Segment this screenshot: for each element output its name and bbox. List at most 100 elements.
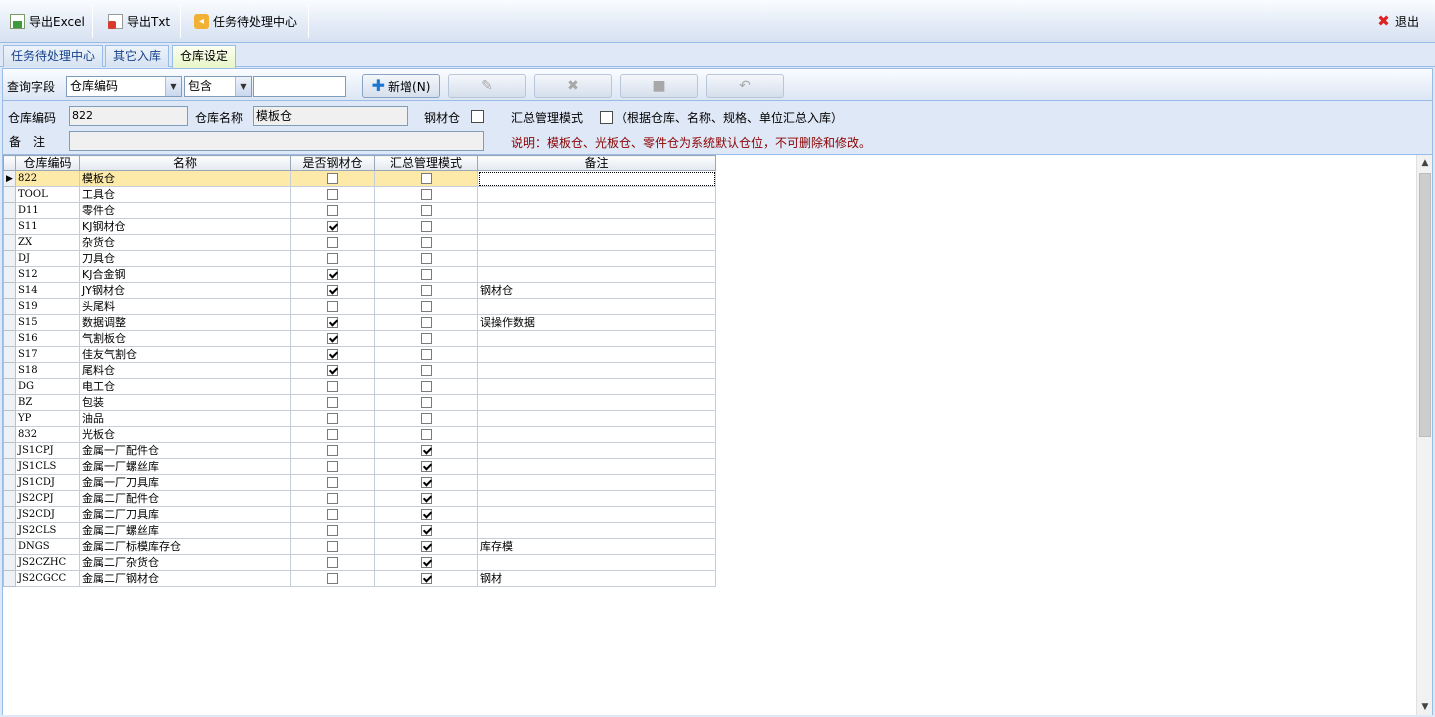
summary-checkbox[interactable]: [420, 509, 432, 520]
cell-remark[interactable]: [477, 346, 716, 363]
cell-remark[interactable]: [477, 330, 716, 347]
steel-checkbox[interactable]: [327, 445, 338, 456]
cell-steel[interactable]: [290, 250, 375, 267]
table-row[interactable]: JS2CZHC 金属二厂杂货仓: [3, 554, 716, 571]
cell-steel[interactable]: [290, 282, 375, 299]
steel-checkbox[interactable]: [327, 221, 338, 232]
summary-checkbox[interactable]: [420, 477, 432, 488]
row-indicator[interactable]: [3, 378, 16, 395]
cell-remark[interactable]: [477, 378, 716, 395]
cell-steel[interactable]: [290, 186, 375, 203]
delete-button[interactable]: ✖: [534, 74, 612, 98]
cell-summary[interactable]: [374, 186, 478, 203]
summary-checkbox[interactable]: [420, 173, 432, 184]
cell-code[interactable]: S18: [15, 362, 80, 379]
cell-summary[interactable]: [374, 362, 478, 379]
column-header-name[interactable]: 名称: [79, 155, 291, 171]
query-field-select[interactable]: 仓库编码 ▼: [66, 76, 182, 97]
cell-code[interactable]: JS2CPJ: [15, 490, 80, 507]
cell-code[interactable]: D11: [15, 202, 80, 219]
table-row[interactable]: S11 KJ钢材仓: [3, 218, 716, 235]
cell-summary[interactable]: [374, 506, 478, 523]
cell-steel[interactable]: [290, 442, 375, 459]
summary-checkbox[interactable]: [600, 111, 613, 124]
cell-code[interactable]: DJ: [15, 250, 80, 267]
table-row[interactable]: DG 电工仓: [3, 378, 716, 395]
cell-summary[interactable]: [374, 234, 478, 251]
cell-summary[interactable]: [374, 170, 478, 187]
summary-checkbox[interactable]: [420, 189, 432, 200]
code-field[interactable]: 822: [69, 106, 188, 126]
cell-remark[interactable]: [477, 442, 716, 459]
row-indicator[interactable]: [3, 250, 16, 267]
cell-steel[interactable]: [290, 346, 375, 363]
cell-name[interactable]: 刀具仓: [79, 250, 291, 267]
cell-remark[interactable]: 钢材仓: [477, 282, 716, 299]
steel-checkbox[interactable]: [327, 461, 338, 472]
new-button[interactable]: ✚ 新增(N): [362, 74, 440, 98]
table-row[interactable]: 832 光板仓: [3, 426, 716, 443]
scroll-thumb[interactable]: [1419, 173, 1431, 437]
table-row[interactable]: JS1CPJ 金属一厂配件仓: [3, 442, 716, 459]
cell-name[interactable]: 金属二厂配件仓: [79, 490, 291, 507]
cell-name[interactable]: 金属二厂螺丝库: [79, 522, 291, 539]
steel-checkbox[interactable]: [327, 509, 338, 520]
cell-remark[interactable]: [477, 202, 716, 219]
steel-checkbox[interactable]: [327, 269, 338, 280]
column-header-code[interactable]: 仓库编码: [15, 155, 80, 171]
summary-checkbox[interactable]: [420, 349, 432, 360]
cell-remark[interactable]: [477, 522, 716, 539]
row-indicator[interactable]: [3, 218, 16, 235]
summary-checkbox[interactable]: [420, 445, 432, 456]
cell-name[interactable]: 金属二厂钢材仓: [79, 570, 291, 587]
cell-steel[interactable]: [290, 554, 375, 571]
column-header-steel[interactable]: 是否钢材仓: [290, 155, 375, 171]
cell-name[interactable]: 电工仓: [79, 378, 291, 395]
cell-steel[interactable]: [290, 378, 375, 395]
row-indicator[interactable]: [3, 234, 16, 251]
cell-summary[interactable]: [374, 202, 478, 219]
cell-name[interactable]: KJ合金钢: [79, 266, 291, 283]
cell-name[interactable]: 金属二厂杂货仓: [79, 554, 291, 571]
steel-checkbox[interactable]: [327, 365, 338, 376]
table-row[interactable]: JS2CDJ 金属二厂刀具库: [3, 506, 716, 523]
cell-name[interactable]: 佳友气割仓: [79, 346, 291, 363]
scroll-down-icon[interactable]: ▼: [1417, 699, 1433, 715]
cell-steel[interactable]: [290, 570, 375, 587]
cell-code[interactable]: 822: [15, 170, 80, 187]
cell-steel[interactable]: [290, 426, 375, 443]
summary-checkbox[interactable]: [420, 381, 432, 392]
steel-checkbox[interactable]: [327, 173, 338, 184]
summary-checkbox[interactable]: [420, 557, 432, 568]
cell-summary[interactable]: [374, 266, 478, 283]
tab-task-center[interactable]: 任务待处理中心: [3, 45, 104, 67]
cell-code[interactable]: JS2CGCC: [15, 570, 80, 587]
exit-button[interactable]: ✖ 退出: [1368, 5, 1427, 37]
cell-summary[interactable]: [374, 410, 478, 427]
steel-checkbox[interactable]: [327, 397, 338, 408]
cell-summary[interactable]: [374, 314, 478, 331]
cell-code[interactable]: S19: [15, 298, 80, 315]
query-operator-select[interactable]: 包含 ▼: [184, 76, 252, 97]
column-header-summary[interactable]: 汇总管理模式: [374, 155, 478, 171]
row-indicator[interactable]: [3, 474, 16, 491]
cell-name[interactable]: 包装: [79, 394, 291, 411]
row-indicator[interactable]: [3, 522, 16, 539]
row-indicator[interactable]: [3, 554, 16, 571]
cell-steel[interactable]: [290, 506, 375, 523]
cell-remark[interactable]: [477, 426, 716, 443]
cell-remark[interactable]: [477, 458, 716, 475]
cell-remark[interactable]: [477, 490, 716, 507]
cell-steel[interactable]: [290, 410, 375, 427]
table-row[interactable]: S19 头尾料: [3, 298, 716, 315]
cell-code[interactable]: JS2CDJ: [15, 506, 80, 523]
steel-checkbox[interactable]: [327, 413, 338, 424]
cell-remark[interactable]: [477, 554, 716, 571]
row-indicator[interactable]: [3, 410, 16, 427]
query-search-input[interactable]: [253, 76, 346, 97]
cell-name[interactable]: 油品: [79, 410, 291, 427]
row-indicator[interactable]: [3, 506, 16, 523]
tab-other-stock-in[interactable]: 其它入库: [105, 45, 170, 67]
steel-checkbox[interactable]: [327, 573, 338, 584]
cell-steel[interactable]: [290, 474, 375, 491]
